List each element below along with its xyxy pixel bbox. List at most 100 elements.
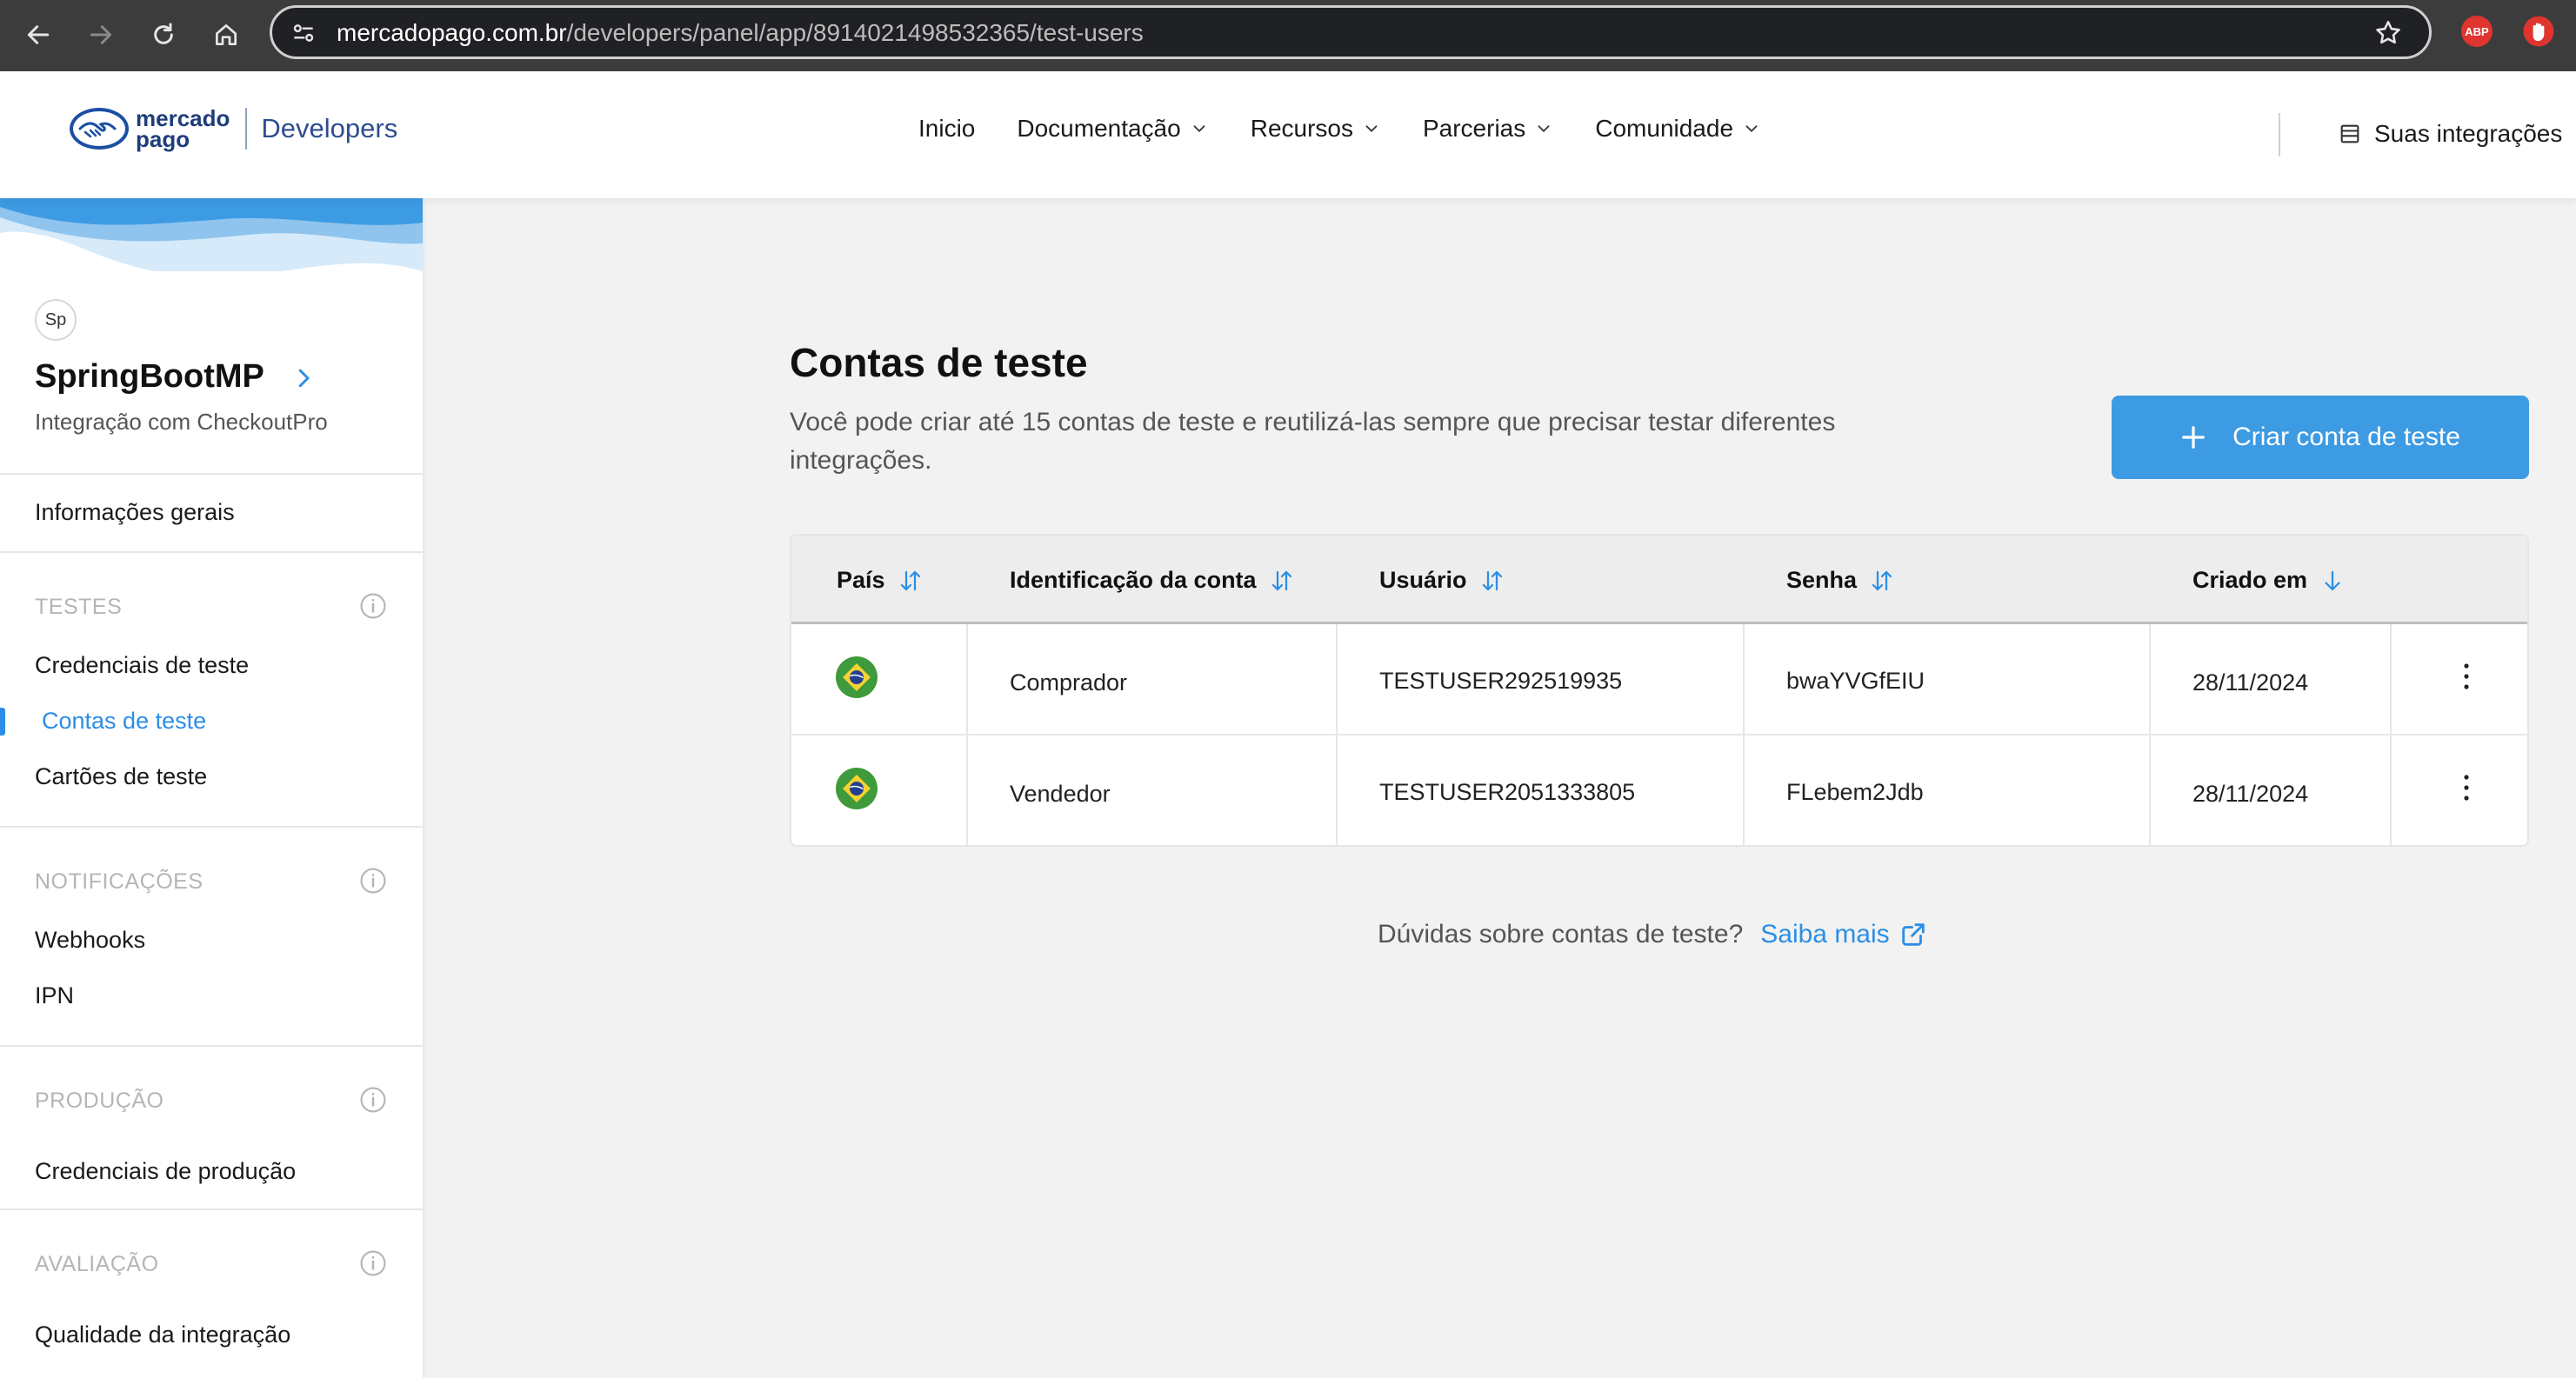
sidebar-item-qualidade-da-integracao[interactable]: Qualidade da integração — [35, 1321, 290, 1348]
nav-label: Documentação — [1017, 115, 1181, 142]
mercadopago-logo[interactable]: mercado pago Developers — [68, 106, 397, 151]
column-header-label: Usuário — [1379, 567, 1467, 593]
active-indicator — [0, 708, 5, 736]
test-accounts-table: País Identificação da conta Usuário Senh… — [790, 534, 2529, 847]
home-button[interactable] — [204, 12, 249, 57]
info-icon[interactable] — [358, 591, 388, 621]
sidebar-item-contas-de-teste[interactable]: Contas de teste — [42, 708, 206, 735]
chevron-down-icon — [1745, 125, 1758, 133]
back-arrow-icon — [27, 25, 50, 44]
info-icon[interactable] — [358, 1248, 388, 1278]
sidebar-item-informacoes-gerais[interactable]: Informações gerais — [35, 499, 235, 526]
column-header-identificacao[interactable]: Identificação da conta — [1010, 567, 1295, 594]
url-text[interactable]: mercadopago.com.br/developers/panel/app/… — [337, 19, 1144, 47]
home-icon — [216, 24, 237, 45]
sidebar-item-webhooks[interactable]: Webhooks — [35, 927, 145, 954]
cell-created: 28/11/2024 — [2192, 669, 2309, 696]
help-line: Dúvidas sobre contas de teste? Saiba mai… — [1378, 920, 1928, 949]
nav-inicio[interactable]: Inicio — [918, 115, 975, 143]
table-header: País Identificação da conta Usuário Senh… — [791, 536, 2527, 624]
section-title-notificacoes: NOTIFICAÇÕES — [35, 869, 204, 894]
nav-label: Comunidade — [1595, 115, 1734, 142]
forward-button[interactable] — [78, 12, 123, 57]
section-title-avaliacao: AVALIAÇÃO — [35, 1252, 159, 1276]
column-header-label: Senha — [1786, 567, 1858, 593]
chevron-down-icon — [1193, 125, 1205, 133]
back-button[interactable] — [16, 12, 61, 57]
sidebar-item-credenciais-de-teste[interactable]: Credenciais de teste — [35, 652, 249, 679]
column-header-criado-em[interactable]: Criado em — [2192, 567, 2346, 594]
sidebar-divider — [0, 1208, 423, 1210]
sort-icon[interactable] — [898, 568, 924, 594]
cell-password[interactable]: FLebem2Jdb — [1786, 779, 1924, 806]
reload-icon — [154, 23, 173, 44]
site-header: mercado pago Developers Inicio Documenta… — [0, 71, 2576, 198]
info-icon[interactable] — [358, 866, 388, 895]
cell-user[interactable]: TESTUSER2051333805 — [1379, 779, 1635, 806]
integrations-link[interactable]: Suas integrações — [2338, 120, 2562, 148]
chevron-right-icon[interactable] — [290, 365, 317, 391]
logo-line2: pago — [136, 126, 190, 152]
nav-label: Inicio — [918, 115, 976, 142]
sort-icon[interactable] — [1479, 568, 1505, 594]
cell-account: Vendedor — [1010, 781, 1111, 807]
chevron-down-icon — [1365, 125, 1378, 133]
integrations-label: Suas integrações — [2374, 120, 2563, 147]
forward-arrow-icon — [90, 25, 112, 44]
hand-extension-icon[interactable] — [2522, 14, 2555, 49]
cell-password[interactable]: bwaYVGfEIU — [1786, 668, 1925, 695]
sidebar: Sp SpringBootMP Integração com CheckoutP… — [0, 198, 423, 1378]
sidebar-item-credenciais-de-producao[interactable]: Credenciais de produção — [35, 1158, 296, 1185]
adblock-extension-icon[interactable]: ABP — [2461, 16, 2493, 47]
bookmark-star-icon[interactable] — [2373, 18, 2403, 48]
create-test-account-button[interactable]: Criar conta de teste — [2112, 396, 2529, 479]
logo-divider — [245, 108, 248, 150]
url-path: /developers/panel/app/8914021498532365/t… — [566, 19, 1144, 46]
nav-recursos[interactable]: Recursos — [1251, 115, 1381, 143]
cell-created: 28/11/2024 — [2192, 781, 2309, 807]
address-bar[interactable]: mercadopago.com.br/developers/panel/app/… — [270, 5, 2432, 59]
column-header-usuario[interactable]: Usuário — [1379, 567, 1505, 594]
header-divider — [2279, 113, 2280, 156]
brazil-flag-icon — [836, 656, 878, 698]
top-navigation: Inicio Documentação Recursos Parcerias C… — [918, 115, 1803, 143]
external-link-icon[interactable] — [1899, 920, 1928, 949]
sort-down-icon[interactable] — [2319, 568, 2346, 594]
nav-parcerias[interactable]: Parcerias — [1423, 115, 1553, 143]
logo-wordmark: mercado pago — [136, 107, 230, 152]
table-row: Comprador TESTUSER292519935 bwaYVGfEIU 2… — [791, 624, 2527, 736]
sidebar-divider — [0, 551, 423, 553]
nav-label: Recursos — [1250, 115, 1353, 142]
handshake-logo-icon — [70, 108, 129, 150]
column-header-label: Identificação da conta — [1010, 567, 1257, 593]
cell-user[interactable]: TESTUSER292519935 — [1379, 668, 1622, 695]
column-header-label: Criado em — [2192, 567, 2308, 593]
nav-comunidade[interactable]: Comunidade — [1595, 115, 1761, 143]
reload-button[interactable] — [141, 12, 186, 57]
sidebar-item-cartoes-de-teste[interactable]: Cartões de teste — [35, 763, 207, 790]
column-header-label: País — [837, 567, 885, 593]
sort-icon[interactable] — [1269, 568, 1295, 594]
section-title-producao: PRODUÇÃO — [35, 1088, 164, 1113]
sidebar-divider — [0, 473, 423, 475]
logo-developers: Developers — [261, 113, 398, 143]
section-title-testes: TESTES — [35, 595, 123, 619]
app-avatar: Sp — [35, 299, 77, 341]
site-settings-icon[interactable] — [290, 19, 317, 47]
sidebar-item-ipn[interactable]: IPN — [35, 982, 74, 1009]
table-row: Vendedor TESTUSER2051333805 FLebem2Jdb 2… — [791, 736, 2527, 845]
column-header-pais[interactable]: País — [837, 567, 924, 594]
app-name[interactable]: SpringBootMP — [35, 358, 264, 396]
sidebar-divider — [0, 826, 423, 828]
kebab-menu-icon[interactable] — [2456, 770, 2477, 805]
kebab-menu-icon[interactable] — [2456, 659, 2477, 694]
list-icon — [2340, 124, 2359, 143]
column-header-senha[interactable]: Senha — [1786, 567, 1895, 594]
sort-icon[interactable] — [1869, 568, 1895, 594]
nav-documentacao[interactable]: Documentação — [1017, 115, 1208, 143]
saiba-mais-link[interactable]: Saiba mais — [1760, 920, 1889, 949]
nav-label: Parcerias — [1422, 115, 1526, 142]
plus-icon — [2182, 426, 2205, 449]
info-icon[interactable] — [358, 1085, 388, 1115]
help-text: Dúvidas sobre contas de teste? — [1378, 920, 1744, 949]
